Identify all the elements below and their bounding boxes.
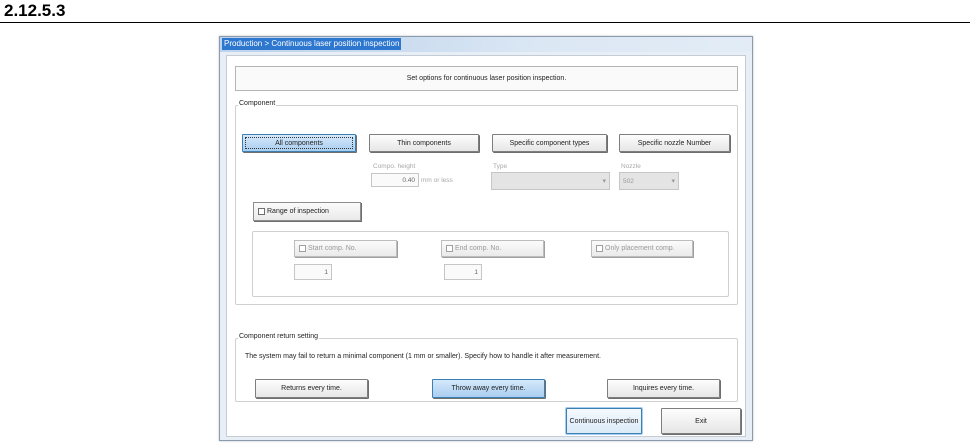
end-comp-no-toggle[interactable]: End comp. No. (441, 240, 544, 257)
compo-height-label: Compo. height (373, 163, 416, 170)
compo-height-input[interactable]: 0.40 (371, 173, 419, 187)
specific-component-types-button[interactable]: Specific component types (492, 134, 607, 152)
instruction-box: Set options for continuous laser positio… (235, 66, 738, 91)
end-comp-no-input[interactable]: 1 (444, 264, 482, 280)
return-setting-description: The system may fail to return a minimal … (245, 353, 601, 360)
component-group-label: Component (238, 100, 277, 107)
nozzle-label: Nozzle (621, 163, 641, 170)
nozzle-select[interactable]: 502 ▾ (619, 172, 679, 190)
start-comp-no-toggle[interactable]: Start comp. No. (294, 240, 397, 257)
section-number: 2.12.5.3 (4, 1, 66, 20)
only-placement-comp-checkbox[interactable] (596, 245, 603, 252)
throw-away-every-time-button[interactable]: Throw away every time. (432, 379, 545, 398)
only-placement-comp-label: Only placement comp. (605, 245, 675, 252)
type-label: Type (493, 163, 508, 170)
all-components-button[interactable]: All components (242, 134, 356, 152)
continuous-inspection-button[interactable]: Continuous inspection (566, 408, 642, 434)
title-bar: Production > Continuous laser position i… (220, 37, 752, 52)
range-of-inspection-checkbox[interactable] (258, 208, 265, 215)
compo-height-unit: mm or less (421, 177, 453, 184)
exit-button[interactable]: Exit (661, 408, 741, 434)
specific-nozzle-number-button[interactable]: Specific nozzle Number (619, 134, 730, 152)
component-return-setting-label: Component return setting (238, 333, 319, 340)
chevron-down-icon: ▾ (671, 178, 675, 185)
section-rule (0, 22, 970, 23)
end-comp-no-label: End comp. No. (455, 245, 502, 252)
start-comp-no-label: Start comp. No. (308, 245, 357, 252)
start-comp-no-checkbox[interactable] (299, 245, 306, 252)
dialog-client-area: Set options for continuous laser positio… (226, 55, 746, 437)
window-title: Production > Continuous laser position i… (222, 38, 402, 50)
returns-every-time-button[interactable]: Returns every time. (255, 379, 368, 398)
end-comp-no-checkbox[interactable] (446, 245, 453, 252)
inquires-every-time-button[interactable]: Inquires every time. (607, 379, 720, 398)
dialog-window: Production > Continuous laser position i… (219, 36, 753, 441)
range-of-inspection-toggle[interactable]: Range of inspection (253, 202, 361, 221)
nozzle-value: 502 (623, 177, 634, 185)
thin-components-button[interactable]: Thin components (369, 134, 479, 152)
start-comp-no-input[interactable]: 1 (294, 264, 332, 280)
only-placement-comp-toggle[interactable]: Only placement comp. (591, 240, 693, 257)
instruction-text: Set options for continuous laser positio… (406, 75, 567, 82)
type-select[interactable]: ▾ (491, 172, 610, 190)
chevron-down-icon: ▾ (602, 178, 606, 185)
range-of-inspection-label: Range of inspection (267, 208, 329, 215)
